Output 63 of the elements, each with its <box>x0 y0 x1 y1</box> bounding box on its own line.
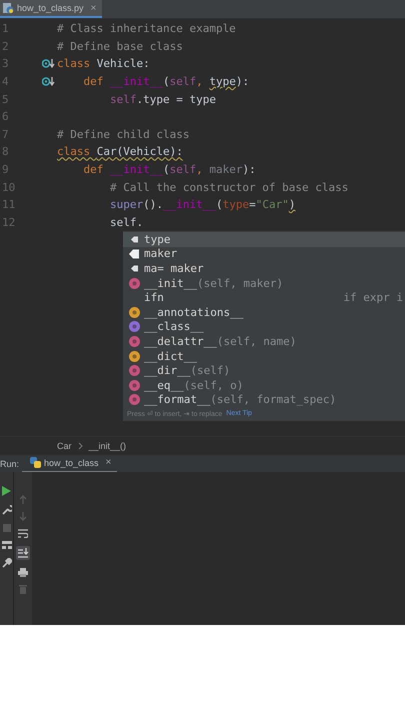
completion-item[interactable]: __init__(self, maker) <box>123 276 405 290</box>
code-line: # Define base class <box>57 40 183 53</box>
run-label: Run: <box>0 458 20 468</box>
symbol-icon <box>128 380 140 391</box>
tag-icon <box>130 264 138 272</box>
file-tab[interactable]: how_to_class.py × <box>0 0 102 18</box>
line-number: 7 <box>1 128 10 141</box>
override-icon[interactable] <box>42 58 55 70</box>
completion-item[interactable]: __dir__(self) <box>123 363 405 378</box>
code-line: super().__init__(type="Car") <box>108 198 296 212</box>
code-line: class Vehicle: <box>57 57 150 70</box>
symbol-icon <box>128 365 140 376</box>
python-file-icon <box>3 2 14 14</box>
line-number: 4 <box>1 75 10 88</box>
line-number: 11 <box>1 198 16 212</box>
line-number: 2 <box>1 40 10 53</box>
layout-icon[interactable] <box>2 541 12 549</box>
line-number: 1 <box>1 22 10 36</box>
completion-item[interactable]: __dict__ <box>123 348 405 364</box>
code-line: def __init__(self, type): <box>82 75 250 88</box>
breadcrumb[interactable]: __init__() <box>88 441 126 451</box>
symbol-icon <box>128 278 140 289</box>
line-number: 9 <box>1 163 10 176</box>
symbol-icon <box>128 350 140 362</box>
code-line: self. <box>108 216 144 229</box>
symbol-icon <box>128 336 140 347</box>
override-icon[interactable] <box>42 76 55 88</box>
wrap-icon[interactable] <box>18 529 28 538</box>
code-line: def __init__(self, maker): <box>82 163 256 176</box>
scroll-to-end-icon[interactable] <box>16 546 30 560</box>
completion-item[interactable]: maker <box>123 246 405 262</box>
completion-item[interactable]: ma= maker <box>123 261 405 276</box>
breadcrumb[interactable]: Car <box>57 441 72 451</box>
completion-item[interactable]: ifn if expr i <box>123 290 405 305</box>
line-number: 6 <box>1 110 10 124</box>
wrench-icon[interactable] <box>2 505 12 515</box>
completion-item[interactable]: __annotations__ <box>123 304 405 320</box>
completion-item[interactable]: __class__ <box>123 320 405 334</box>
code-line: # Call the constructor of base class <box>108 180 348 194</box>
chevron-icon <box>78 442 83 450</box>
code-line: # Class inheritance example <box>57 22 236 36</box>
line-number: 8 <box>1 145 10 158</box>
line-number: 10 <box>1 180 16 194</box>
code-line: self.type = type <box>108 92 216 106</box>
line-number: 5 <box>1 92 10 106</box>
symbol-icon <box>128 321 140 332</box>
symbol-icon <box>128 306 140 318</box>
pin-icon[interactable] <box>2 558 12 568</box>
close-icon[interactable]: × <box>106 457 112 468</box>
tag-icon <box>130 236 138 243</box>
print-icon[interactable] <box>18 568 28 577</box>
symbol-icon <box>128 394 140 406</box>
python-icon <box>30 457 41 468</box>
completion-item[interactable]: __eq__(self, o) <box>123 378 405 393</box>
line-number: 3 <box>1 57 10 70</box>
code-line: # Define child class <box>57 128 190 141</box>
completion-item[interactable]: __delattr__(self, name) <box>123 334 405 349</box>
line-number: 12 <box>1 216 16 229</box>
tag-icon <box>129 248 139 259</box>
code-line: class Car(Vehicle): <box>57 145 183 158</box>
run-icon[interactable] <box>2 486 11 496</box>
completion-item[interactable]: __format__(self, format_spec) <box>123 392 405 408</box>
completion-item[interactable]: type <box>123 232 405 247</box>
